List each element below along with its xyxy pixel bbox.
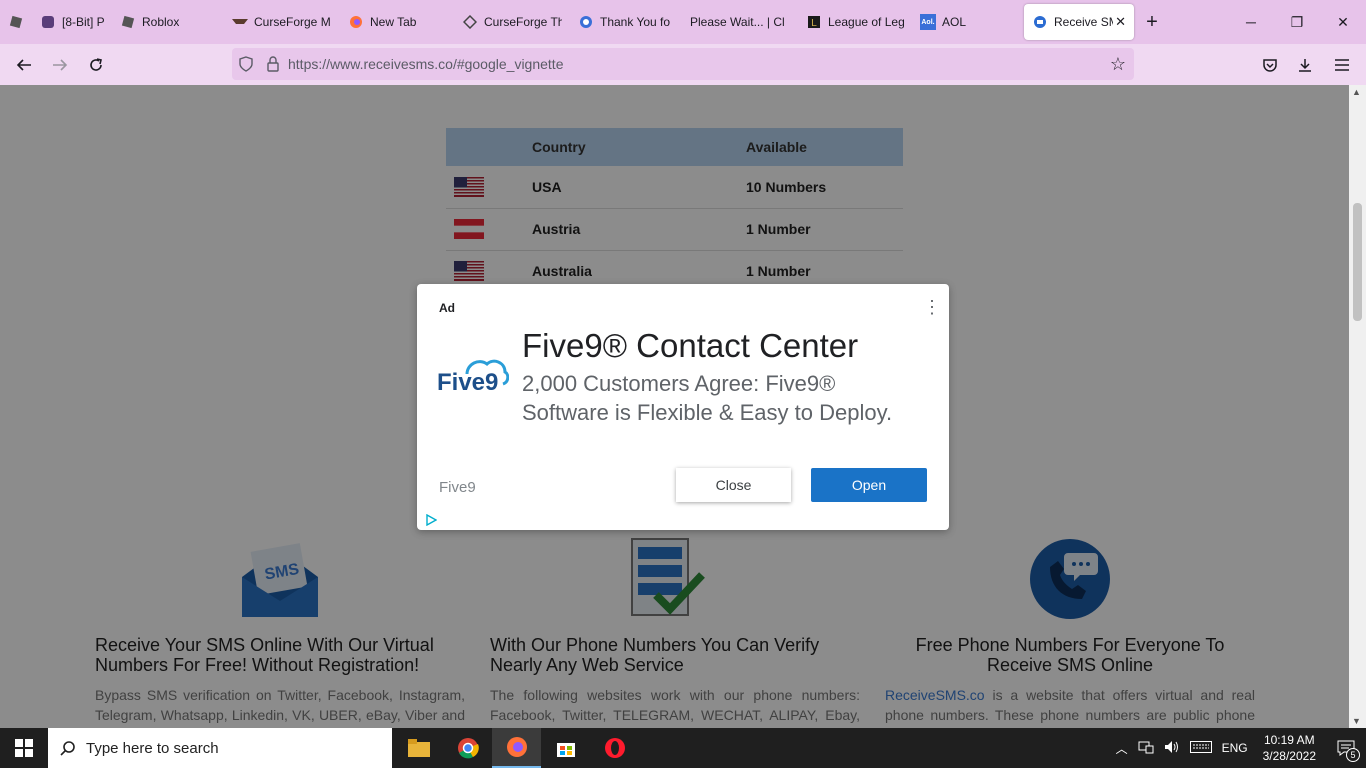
tab-8[interactable]: L League of Leg	[798, 4, 912, 40]
curseforge-icon	[232, 14, 248, 30]
tab-0[interactable]	[0, 4, 32, 40]
tab-label: CurseForge M	[254, 15, 331, 29]
tab-3[interactable]: CurseForge M	[224, 4, 340, 40]
clock[interactable]: 10:19 AM 3/28/2022	[1263, 732, 1316, 764]
close-ad-button[interactable]: Close	[676, 468, 791, 502]
notification-badge: 5	[1346, 748, 1360, 762]
close-window-button[interactable]: ✕	[1320, 0, 1366, 44]
shield-icon[interactable]	[238, 56, 256, 72]
chrome-icon[interactable]	[443, 728, 492, 768]
tab-label: League of Leg	[828, 15, 904, 29]
roblox-icon	[120, 14, 136, 30]
tab-label: [8-Bit] Pe	[62, 15, 104, 29]
new-tab-button[interactable]: +	[1134, 4, 1170, 40]
menu-icon[interactable]	[1324, 49, 1360, 81]
scroll-down-arrow-icon[interactable]: ▼	[1352, 716, 1361, 726]
downloads-icon[interactable]	[1287, 49, 1323, 81]
tab-label: Roblox	[142, 15, 180, 29]
volume-icon[interactable]	[1164, 740, 1180, 757]
opera-icon[interactable]	[590, 728, 639, 768]
scroll-up-arrow-icon[interactable]: ▲	[1352, 87, 1361, 97]
ad-headline[interactable]: Five9® Contact Center	[522, 327, 858, 365]
search-icon	[60, 740, 76, 756]
tab-label: Thank You fo	[600, 15, 671, 29]
clock-date: 3/28/2022	[1262, 749, 1316, 763]
keyboard-icon[interactable]	[1189, 740, 1212, 756]
system-tray: ︿ ENG 10:19 AM 3/28/2022 5	[1111, 728, 1366, 768]
aol-icon: Aol.	[920, 14, 936, 30]
chevron-up-icon[interactable]: ︿	[1116, 740, 1128, 757]
ad-description[interactable]: 2,000 Customers Agree: Five9® Software i…	[522, 369, 922, 427]
page-scrollbar[interactable]: ▲ ▼	[1349, 85, 1366, 728]
league-icon: L	[806, 14, 822, 30]
reload-button[interactable]	[78, 49, 114, 81]
taskbar-search-box[interactable]: Type here to search	[48, 728, 392, 768]
search-placeholder: Type here to search	[86, 739, 219, 757]
roblox-icon	[8, 14, 24, 30]
url-text[interactable]: https://www.receivesms.co/#google_vignet…	[288, 56, 563, 72]
notification-center-icon[interactable]: 5	[1326, 728, 1366, 768]
tab-10-active[interactable]: Receive SM ✕	[1024, 4, 1134, 40]
tab-1[interactable]: [8-Bit] Pe	[32, 4, 112, 40]
advertiser-name[interactable]: Five9	[439, 479, 476, 496]
store-icon[interactable]	[541, 728, 590, 768]
url-bar[interactable]: https://www.receivesms.co/#google_vignet…	[232, 48, 1134, 80]
pet-icon	[40, 14, 56, 30]
adchoices-icon[interactable]	[425, 513, 438, 529]
file-explorer-icon[interactable]	[394, 728, 443, 768]
tab-label: AOL	[942, 15, 967, 29]
more-options-icon[interactable]: ⋮	[923, 298, 941, 316]
network-icon[interactable]	[1138, 740, 1154, 757]
tab-9[interactable]: Aol. AOL	[912, 4, 1022, 40]
tab-bar: [8-Bit] Pe Roblox CurseForge M New Tab C…	[0, 0, 1366, 44]
minimize-button[interactable]: ─	[1228, 0, 1274, 44]
navigation-bar: https://www.receivesms.co/#google_vignet…	[0, 44, 1366, 85]
tab-label: Please Wait... | Cl	[690, 15, 785, 29]
pocket-icon[interactable]	[1252, 49, 1288, 81]
tab-4[interactable]: New Tab	[340, 4, 454, 40]
ad-label: Ad	[439, 301, 455, 315]
svg-text:L: L	[811, 18, 817, 29]
tab-6[interactable]: Thank You fo	[570, 4, 682, 40]
ad-dialog: Ad ⋮ Five9 Five9® Contact Center 2,000 C…	[417, 284, 949, 530]
five9-logo[interactable]: Five9	[437, 356, 510, 401]
start-button[interactable]	[0, 728, 48, 768]
language-indicator[interactable]: ENG	[1222, 741, 1248, 755]
firefox-taskbar-icon[interactable]	[492, 728, 541, 768]
open-ad-button[interactable]: Open	[811, 468, 927, 502]
tab-label: New Tab	[370, 15, 417, 29]
tab-7[interactable]: Please Wait... | Cl	[682, 4, 798, 40]
firefox-icon	[348, 14, 364, 30]
tab-2[interactable]: Roblox	[112, 4, 224, 40]
clock-time: 10:19 AM	[1263, 733, 1315, 747]
back-button[interactable]	[6, 49, 42, 81]
globe-icon	[578, 14, 594, 30]
tab-label: Receive SM	[1054, 15, 1114, 29]
tab-label: CurseForge Th	[484, 15, 562, 29]
forward-button[interactable]	[42, 49, 78, 81]
scrollbar-thumb[interactable]	[1353, 203, 1362, 321]
restore-button[interactable]: ❐	[1274, 0, 1320, 44]
curseforge-icon	[462, 14, 478, 30]
sms-icon	[1032, 14, 1048, 30]
windows-taskbar: Type here to search ︿ ENG 10:19 AM 3/28/…	[0, 728, 1366, 768]
tab-5[interactable]: CurseForge Th	[454, 4, 570, 40]
svg-text:Five9: Five9	[437, 369, 498, 396]
bookmark-star-icon[interactable]: ☆	[1110, 54, 1126, 75]
close-tab-icon[interactable]: ✕	[1115, 14, 1126, 30]
lock-icon[interactable]	[266, 56, 282, 72]
